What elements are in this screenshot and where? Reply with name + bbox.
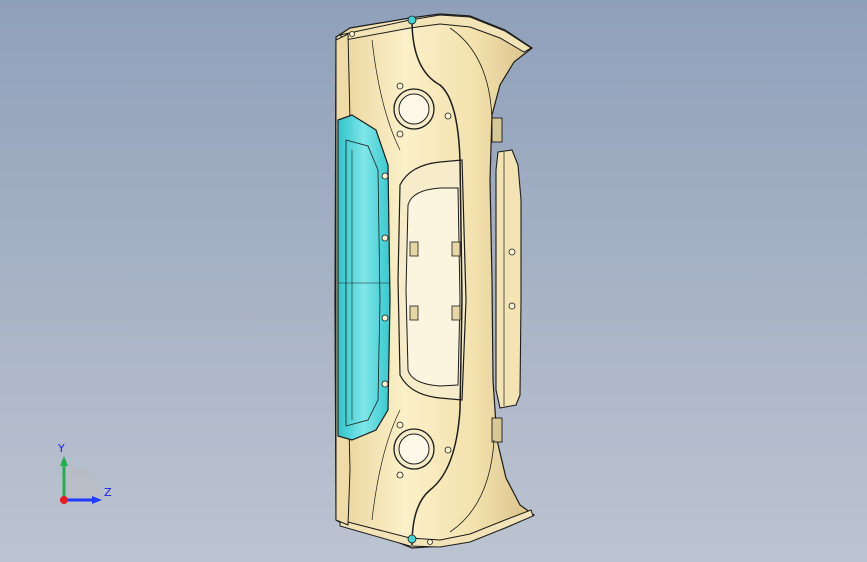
y-axis-label: Y xyxy=(58,442,65,455)
right-bracket xyxy=(495,149,522,409)
bumper-3d-model[interactable] xyxy=(0,0,867,562)
orientation-triad[interactable]: Y Z xyxy=(48,442,118,512)
selection-marker-bottom xyxy=(407,534,417,544)
upper-clip xyxy=(491,117,503,143)
lower-clip xyxy=(491,417,503,443)
selection-marker-top xyxy=(407,15,417,25)
graphics-viewport[interactable]: Y Z xyxy=(0,0,867,562)
z-axis-label: Z xyxy=(104,486,112,499)
license-plate-area xyxy=(405,187,461,387)
